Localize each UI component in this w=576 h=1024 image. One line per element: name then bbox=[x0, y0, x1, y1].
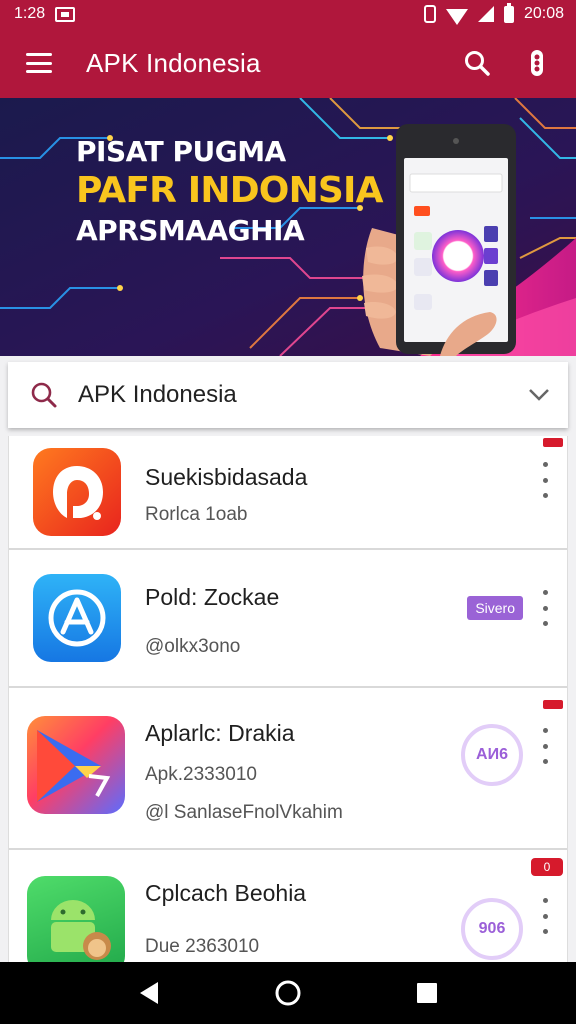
status-time-left: 1:28 bbox=[14, 5, 46, 22]
banner-line-2: PAFR INDONSIA bbox=[76, 170, 384, 211]
banner-line-3: APRSMAAGHIA bbox=[76, 214, 305, 247]
wifi-icon bbox=[445, 9, 468, 25]
notification-badge: 0 bbox=[531, 858, 563, 876]
banner-text: PISAT PUGMA PAFR INDONSIA APRSMAAGHIA bbox=[76, 134, 384, 250]
screen: 1:28 20:08 APK Indonesia PISAT PUGMA PAF… bbox=[0, 0, 576, 1024]
app-developer: @l SanlaseFnolVkahim bbox=[145, 802, 343, 823]
signal-icon bbox=[477, 6, 494, 22]
app-subtitle: Rorlca 1oab bbox=[145, 504, 248, 525]
rating-badge: 906 bbox=[461, 898, 523, 960]
promo-banner[interactable]: PISAT PUGMA PAFR INDONSIA APRSMAAGHIA bbox=[0, 98, 576, 356]
list-item[interactable]: Suekisbidasada Rorlca 1oab bbox=[9, 436, 567, 550]
app-name: Cplcach Beohia bbox=[145, 880, 307, 906]
list-item[interactable]: Pold: Zockae @olkx3ono Sivero bbox=[9, 550, 567, 688]
app-name: Pold: Zockae bbox=[145, 584, 280, 610]
app-subtitle: Apk.2333010 bbox=[145, 764, 257, 785]
status-right: 20:08 bbox=[423, 2, 564, 25]
app-icon-android bbox=[27, 876, 125, 962]
status-left: 1:28 bbox=[14, 5, 76, 23]
banner-line-1: PISAT PUGMA bbox=[76, 135, 286, 168]
item-menu-icon[interactable] bbox=[535, 728, 555, 764]
notification-flag bbox=[543, 700, 563, 709]
list-item[interactable]: 0 Cplcach Beohia Due 2363010 906 bbox=[9, 850, 567, 962]
status-badge: Sivero bbox=[467, 596, 523, 620]
recents-icon[interactable] bbox=[407, 973, 447, 1013]
home-icon[interactable] bbox=[268, 973, 308, 1013]
app-icon-play bbox=[27, 716, 125, 814]
app-name: Suekisbidasada bbox=[145, 464, 308, 490]
menu-icon[interactable] bbox=[26, 53, 52, 73]
vibrate-icon bbox=[423, 5, 436, 23]
rating-badge: AИ6 bbox=[461, 724, 523, 786]
list-item[interactable]: Aplarlc: Drakia Apk.2333010 @l SanlaseFn… bbox=[9, 688, 567, 850]
search-icon bbox=[31, 382, 57, 408]
item-menu-icon[interactable] bbox=[535, 462, 555, 498]
search-dropdown[interactable]: APK Indonesia bbox=[8, 362, 568, 428]
app-subtitle: @olkx3ono bbox=[145, 636, 241, 657]
status-bar: 1:28 20:08 bbox=[0, 0, 576, 28]
app-bar: APK Indonesia bbox=[0, 28, 576, 98]
search-icon[interactable] bbox=[462, 48, 492, 78]
app-title: APK Indonesia bbox=[86, 47, 261, 78]
navigation-bar bbox=[0, 962, 576, 1024]
app-subtitle: Due 2363010 bbox=[145, 936, 260, 957]
more-options-icon[interactable] bbox=[522, 48, 552, 78]
search-value: APK Indonesia bbox=[78, 381, 237, 408]
item-menu-icon[interactable] bbox=[535, 898, 555, 934]
app-name: Aplarlc: Drakia bbox=[145, 720, 295, 746]
status-time-right: 20:08 bbox=[523, 5, 564, 22]
app-icon-orange bbox=[33, 448, 121, 536]
app-icon-blue bbox=[33, 574, 121, 662]
app-list: Suekisbidasada Rorlca 1oab Pold: Zockae … bbox=[8, 436, 568, 962]
item-menu-icon[interactable] bbox=[535, 590, 555, 626]
battery-icon bbox=[503, 2, 514, 23]
chevron-down-icon[interactable] bbox=[528, 388, 550, 402]
gallery-notification-icon bbox=[55, 6, 76, 22]
app-bar-actions bbox=[462, 48, 552, 78]
back-icon[interactable] bbox=[129, 973, 169, 1013]
notification-flag bbox=[543, 438, 563, 447]
